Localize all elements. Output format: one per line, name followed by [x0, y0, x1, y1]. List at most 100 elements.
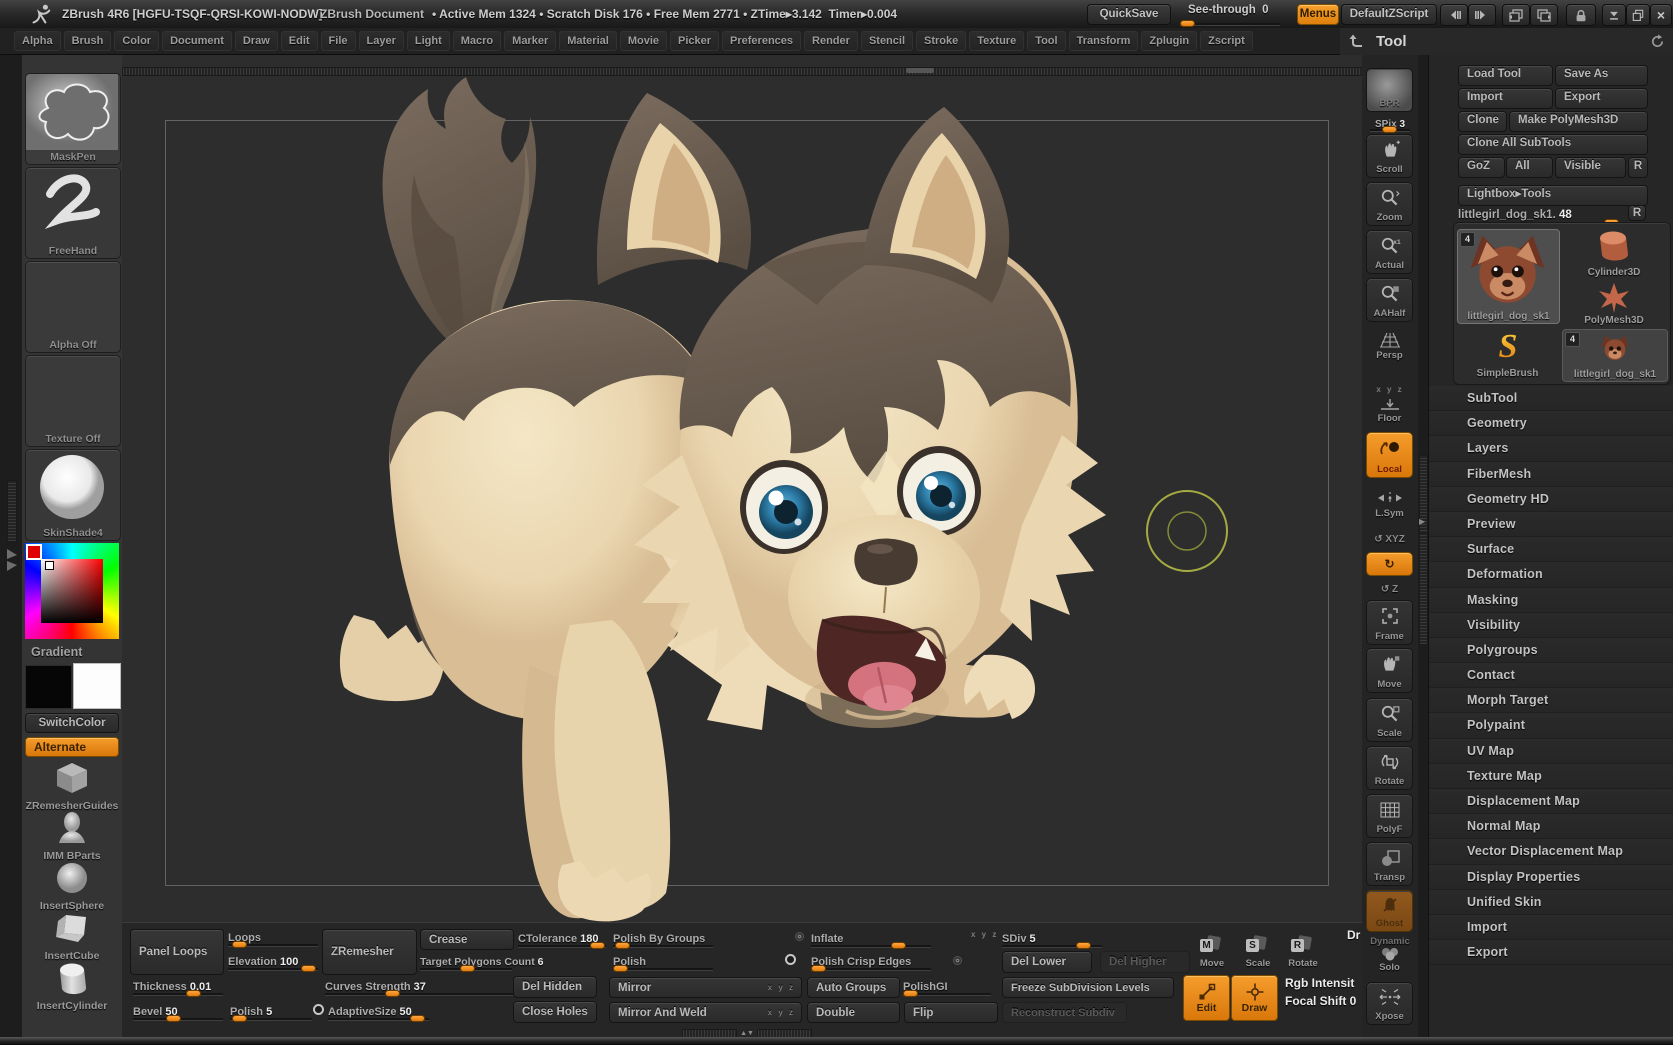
menu-item[interactable]: Picker [670, 31, 719, 51]
menu-item[interactable]: Brush [64, 31, 112, 51]
panel-loops-button[interactable]: Panel Loops [130, 929, 224, 975]
rotate-xyz-toggle[interactable]: ↺ XYZ [1366, 528, 1413, 548]
transp-button[interactable]: Transp [1366, 842, 1413, 886]
spix-slider-handle[interactable] [1382, 126, 1397, 133]
panel-back-arrow-icon[interactable] [1348, 33, 1366, 51]
polish-by-groups-handle[interactable] [615, 942, 630, 949]
mirror-button[interactable]: Mirrorx y z [609, 977, 802, 998]
sdiv-slider[interactable]: SDiv 5 [1002, 929, 1102, 947]
current-brush-thumb[interactable]: MaskPen [25, 73, 121, 165]
polish-by-groups-slider[interactable]: Polish By Groups [613, 929, 713, 947]
see-through-slider-handle[interactable] [1180, 20, 1195, 27]
import-button[interactable]: Import [1458, 88, 1553, 109]
bpr-button[interactable]: BPR [1366, 68, 1413, 112]
menu-item[interactable]: Draw [235, 31, 278, 51]
loops-slider-handle[interactable] [232, 941, 247, 948]
crease-button[interactable]: Crease [420, 929, 514, 950]
tool-section-header[interactable]: Deformation [1429, 562, 1673, 587]
menu-item[interactable]: Tool [1027, 31, 1065, 51]
thickness-slider[interactable]: Thickness 0.01 [133, 977, 223, 995]
color-picker[interactable] [25, 543, 119, 639]
polish-crisp-toggle-ring[interactable] [785, 954, 796, 965]
auto-groups-button[interactable]: Auto Groups [807, 977, 900, 998]
sculpt-canvas[interactable] [122, 55, 1362, 922]
thickness-slider-handle[interactable] [186, 990, 201, 997]
polymesh3d-thumb[interactable]: PolyMesh3D [1562, 281, 1666, 327]
polish5-slider[interactable]: Polish 5 [230, 1002, 312, 1020]
secondary-color-swatch[interactable] [73, 663, 121, 709]
menu-item[interactable]: Stencil [861, 31, 913, 51]
tool-section-header[interactable]: Polygroups [1429, 638, 1673, 663]
reset-palette-icon[interactable] [1650, 34, 1665, 49]
zoom-button[interactable]: Zoom [1366, 182, 1413, 226]
xpose-button[interactable]: Xpose [1366, 982, 1413, 1025]
double-button[interactable]: Double [807, 1002, 900, 1023]
rotate-stamp-button[interactable]: R Rotate [1287, 935, 1319, 969]
inflate-slider-handle[interactable] [891, 942, 906, 949]
menu-item[interactable]: Preferences [722, 31, 801, 51]
move-button[interactable]: Move [1366, 648, 1413, 693]
menu-item[interactable]: Material [559, 31, 617, 51]
collapse-right-icon[interactable] [1468, 4, 1496, 26]
goz-visible-button[interactable]: Visible [1555, 157, 1626, 178]
ctolerance-slider-handle[interactable] [590, 942, 605, 949]
frame-button[interactable]: Frame [1366, 600, 1413, 645]
tool-section-header[interactable]: Texture Map [1429, 764, 1673, 789]
polish-crisp-edges-slider[interactable]: Polish Crisp Edges [811, 952, 931, 970]
left-tray-scrollbar[interactable] [7, 480, 17, 542]
close-icon[interactable]: × [1650, 4, 1672, 26]
current-material-thumb[interactable]: SkinShade4 [25, 449, 121, 541]
selected-tool-thumb[interactable]: 4 littlegirl_dog_sk1 [1457, 229, 1560, 324]
menu-item[interactable]: Movie [620, 31, 667, 51]
tool-section-header[interactable]: Visibility [1429, 613, 1673, 638]
menu-item[interactable]: Texture [969, 31, 1024, 51]
ctolerance-slider[interactable]: CTolerance 180 [518, 929, 606, 947]
tool-section-header[interactable]: UV Map [1429, 739, 1673, 764]
crisp-mode-toggle[interactable] [953, 956, 962, 965]
lock-icon[interactable] [1566, 4, 1596, 26]
tool-section-header[interactable]: Contact [1429, 663, 1673, 688]
freeze-subdivision-button[interactable]: Freeze SubDivision Levels [1002, 977, 1174, 998]
collapse-left-icon[interactable] [1440, 4, 1468, 26]
tool-section-header[interactable]: Vector Displacement Map [1429, 839, 1673, 864]
see-through-slider[interactable] [1180, 23, 1280, 25]
menu-item[interactable]: Zplugin [1141, 31, 1197, 51]
target-polygons-slider-handle[interactable] [460, 965, 475, 972]
adaptive-toggle-ring[interactable] [313, 1004, 324, 1015]
inflate-slider[interactable]: Inflate [811, 929, 931, 947]
restore-icon[interactable] [1626, 4, 1650, 26]
current-alpha-thumb[interactable]: Alpha Off [25, 261, 121, 353]
tool-section-header[interactable]: FiberMesh [1429, 462, 1673, 487]
menu-item[interactable]: Light [407, 31, 450, 51]
sdiv-slider-handle[interactable] [1076, 942, 1091, 949]
rotate-z-toggle[interactable]: ↺ Z [1366, 578, 1413, 598]
scale-stamp-button[interactable]: S Scale [1242, 935, 1274, 969]
move-stamp-button[interactable]: M Move [1196, 935, 1228, 969]
tool-r-button[interactable]: R [1628, 205, 1646, 221]
active-tool-slider[interactable]: littlegirl_dog_sk1. 48 [1458, 205, 1646, 223]
menu-item[interactable]: Zscript [1200, 31, 1253, 51]
insert-sphere-item[interactable]: InsertSphere [25, 861, 119, 912]
zremesher-guides-item[interactable]: ZRemesherGuides [25, 761, 119, 812]
menu-item[interactable]: Document [162, 31, 232, 51]
solo-button[interactable]: Solo [1366, 944, 1413, 976]
del-hidden-button[interactable]: Del Hidden [513, 976, 597, 998]
polishgi-slider[interactable]: PolishGI [903, 977, 991, 995]
adaptive-size-slider[interactable]: AdaptiveSize 50 [328, 1002, 429, 1020]
clone-all-subtools-button[interactable]: Clone All SubTools [1458, 134, 1648, 155]
rotate-button[interactable]: Rotate [1366, 746, 1413, 790]
tool-section-header[interactable]: Surface [1429, 537, 1673, 562]
polish-by-groups-toggle[interactable] [795, 932, 804, 941]
curves-strength-slider[interactable]: Curves Strength 37 [325, 977, 513, 995]
divider-scrollbar2[interactable] [1419, 533, 1428, 645]
tool-section-header[interactable]: Preview [1429, 512, 1673, 537]
gradient-label[interactable]: Gradient [31, 645, 82, 659]
tool-section-header[interactable]: Normal Map [1429, 814, 1673, 839]
lightbox-tools-button[interactable]: Lightbox▸Tools [1458, 185, 1648, 206]
bevel-slider[interactable]: Bevel 50 [133, 1002, 223, 1020]
tool-section-header[interactable]: Geometry HD [1429, 487, 1673, 512]
local-button[interactable]: Local [1366, 432, 1413, 478]
save-as-button[interactable]: Save As [1555, 65, 1648, 86]
ghost-button[interactable]: Ghost [1366, 890, 1413, 932]
tool-section-header[interactable]: Polypaint [1429, 713, 1673, 738]
